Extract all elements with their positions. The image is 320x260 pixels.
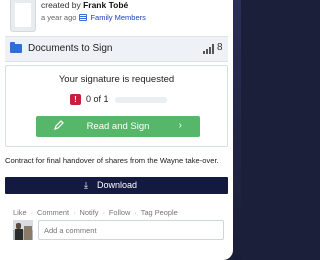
folder-icon bbox=[10, 42, 22, 53]
notify-action[interactable]: Notify bbox=[80, 208, 99, 217]
follow-action[interactable]: Follow bbox=[109, 208, 130, 217]
document-thumbnail[interactable] bbox=[10, 0, 36, 32]
download-label: Download bbox=[97, 180, 138, 190]
user-avatar bbox=[13, 220, 33, 240]
social-actions: Like · Comment · Notify · Follow · Tag People bbox=[13, 208, 178, 217]
tag-people-action[interactable]: Tag People bbox=[141, 208, 178, 217]
read-and-sign-label: Read and Sign bbox=[86, 121, 150, 132]
read-and-sign-button[interactable]: Read and Sign › bbox=[36, 116, 200, 137]
chevron-right-icon: › bbox=[178, 120, 182, 131]
author-name[interactable]: Frank Tobé bbox=[83, 0, 128, 10]
like-action[interactable]: Like bbox=[13, 208, 27, 217]
signature-title: Your signature is requested bbox=[58, 74, 175, 85]
folder-row[interactable]: Documents to Sign 8 bbox=[5, 36, 228, 62]
folder-title: Documents to Sign bbox=[28, 43, 113, 54]
signature-count: 0 of 1 bbox=[86, 94, 109, 104]
alert-icon: ! bbox=[70, 94, 81, 105]
signature-request-box: Your signature is requested ! 0 of 1 Rea… bbox=[5, 65, 228, 147]
card-header: created by Frank Tobé a year ago Family … bbox=[0, 0, 233, 34]
document-description: Contract for final handover of shares fr… bbox=[5, 156, 219, 165]
folder-count: 8 bbox=[217, 42, 223, 53]
download-icon: ⤓ bbox=[84, 180, 88, 190]
comment-action[interactable]: Comment bbox=[37, 208, 69, 217]
group-link[interactable]: Family Members bbox=[90, 13, 145, 22]
signature-progress-bar bbox=[115, 97, 167, 103]
group-icon bbox=[79, 14, 88, 21]
page-background-edge bbox=[233, 0, 241, 260]
signal-bars-icon bbox=[203, 44, 215, 54]
comment-input[interactable] bbox=[38, 220, 224, 240]
timestamp: a year ago bbox=[41, 13, 77, 22]
comment-row bbox=[13, 220, 224, 240]
download-button[interactable]: ⤓ Download bbox=[5, 177, 228, 194]
created-prefix: created by bbox=[41, 0, 81, 10]
meta-line: a year ago Family Members bbox=[41, 13, 146, 22]
created-by-line: created by Frank Tobé bbox=[41, 0, 128, 10]
document-card: created by Frank Tobé a year ago Family … bbox=[0, 0, 233, 260]
